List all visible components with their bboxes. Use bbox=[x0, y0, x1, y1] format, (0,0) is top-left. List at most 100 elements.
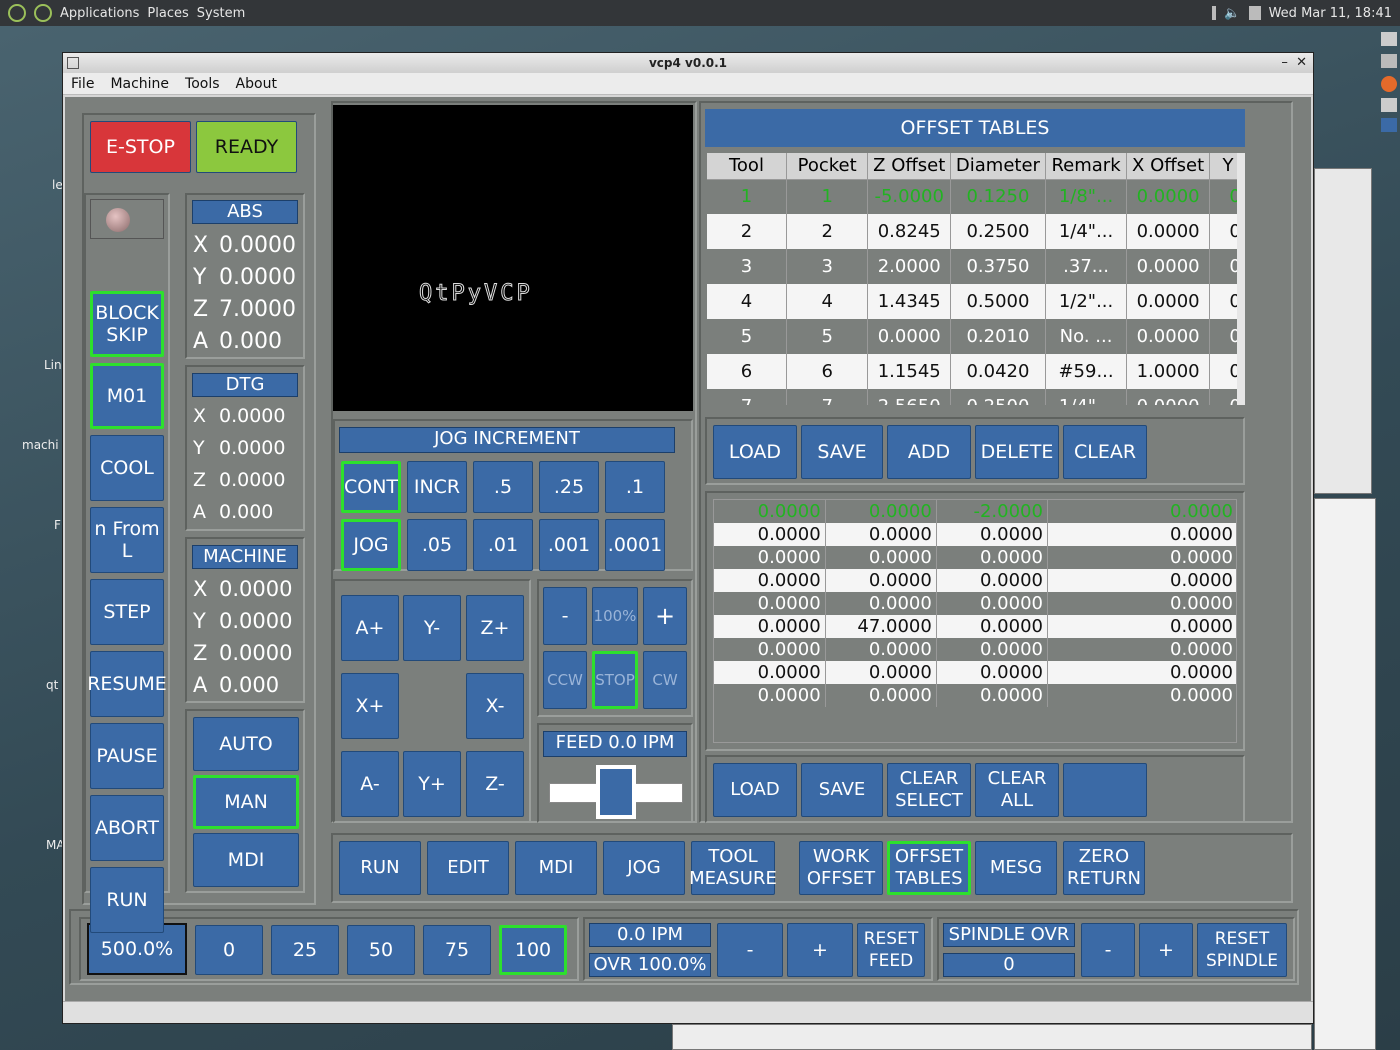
tool-table-row[interactable]: 772.56500.25001/4"...0.00000. bbox=[707, 389, 1245, 405]
tool-table-header-3[interactable]: Diameter bbox=[950, 153, 1046, 180]
work-offset-cell[interactable]: 0.0000 bbox=[825, 684, 937, 707]
menu-machine[interactable]: Machine bbox=[102, 76, 177, 92]
jog-x-plus-button[interactable]: X+ bbox=[341, 673, 399, 739]
jog-a-minus-button[interactable]: A- bbox=[341, 751, 399, 817]
tool-table-cell[interactable]: 5 bbox=[707, 319, 787, 354]
clock[interactable]: Wed Mar 11, 18:41 bbox=[1269, 6, 1392, 21]
tool-table-cell[interactable]: 1.4345 bbox=[867, 284, 952, 319]
tool-table-cell[interactable]: .37... bbox=[1045, 249, 1128, 284]
dock-icon[interactable] bbox=[1381, 98, 1397, 112]
tool-table-cell[interactable]: 0.0000 bbox=[1126, 319, 1210, 354]
work-offset-cell[interactable]: 0.0000 bbox=[936, 661, 1048, 684]
mode-mdi-button[interactable]: MDI bbox=[193, 833, 299, 887]
work-offset-cell[interactable]: 0.0000 bbox=[936, 569, 1048, 592]
work-offset-cell[interactable]: 0.0000 bbox=[936, 684, 1048, 707]
work-offset-cell[interactable]: 0.0000 bbox=[825, 523, 937, 546]
tool-table-cell[interactable]: 0.3750 bbox=[950, 249, 1046, 284]
work-offset-cell[interactable]: 0.0000 bbox=[1047, 569, 1236, 592]
work-offset-row[interactable]: 0.0000 0.0000 0.0000 0.0000 bbox=[714, 569, 1236, 592]
work-offset-row[interactable]: 0.0000 0.0000 0.0000 0.0000 bbox=[714, 661, 1236, 684]
distro-logo-icon[interactable] bbox=[8, 4, 26, 22]
tab-7[interactable]: MESG bbox=[975, 841, 1057, 895]
jog-increment-row2-4[interactable]: .0001 bbox=[605, 519, 665, 571]
tool-table-cell[interactable]: 1.1545 bbox=[867, 354, 952, 389]
estop-button[interactable]: E-STOP bbox=[90, 121, 191, 173]
work-offset-row[interactable]: 0.0000 0.0000 0.0000 0.0000 bbox=[714, 523, 1236, 546]
work-offset-cell[interactable]: 47.0000 bbox=[825, 615, 937, 638]
jog-increment-row1-1[interactable]: INCR bbox=[407, 461, 467, 513]
work-offset-cell[interactable]: 0.0000 bbox=[1047, 661, 1236, 684]
tab-5[interactable]: WORK OFFSET bbox=[799, 841, 883, 895]
tab-1[interactable]: EDIT bbox=[427, 841, 509, 895]
work-offset-row[interactable]: 0.0000 0.0000 0.0000 0.0000 bbox=[714, 684, 1236, 707]
work-offset-cell[interactable]: 0.0000 bbox=[825, 592, 937, 615]
applications-menu[interactable]: Applications bbox=[60, 6, 139, 21]
system-menu[interactable]: System bbox=[197, 6, 245, 21]
tool-table-cell[interactable]: 1 bbox=[786, 179, 869, 214]
menu-tools[interactable]: Tools bbox=[177, 76, 228, 92]
work-offset-button-4[interactable] bbox=[1063, 763, 1147, 817]
work-offset-cell[interactable]: 0.0000 bbox=[714, 638, 826, 661]
tool-table-cell[interactable]: 0.0000 bbox=[1126, 179, 1210, 214]
tab-0[interactable]: RUN bbox=[339, 841, 421, 895]
feed-override-minus-button[interactable]: - bbox=[717, 923, 783, 977]
rapid-override-50-button[interactable]: 50 bbox=[347, 925, 415, 975]
dock-icon[interactable] bbox=[1381, 118, 1397, 132]
work-offset-cell[interactable]: 0.0000 bbox=[825, 638, 937, 661]
tool-table-cell[interactable]: No. ... bbox=[1045, 319, 1128, 354]
tool-table-cell[interactable]: 3 bbox=[786, 249, 869, 284]
left-button-6[interactable]: PAUSE bbox=[90, 723, 164, 789]
jog-y-minus-button[interactable]: Y- bbox=[403, 595, 461, 661]
work-offset-row[interactable]: 0.0000 0.0000 -2.0000 0.0000 bbox=[714, 500, 1236, 523]
jog-y-plus-button[interactable]: Y+ bbox=[403, 751, 461, 817]
tool-table-cell[interactable]: -5.0000 bbox=[867, 179, 952, 214]
tool-table-header-5[interactable]: X Offset bbox=[1126, 153, 1210, 180]
work-offset-cell[interactable]: 0.0000 bbox=[825, 500, 937, 523]
desktop-icon-label[interactable]: qt bbox=[46, 678, 58, 692]
desktop-icon-label[interactable]: Lin bbox=[44, 358, 62, 372]
work-offset-cell[interactable]: 0.0000 bbox=[1047, 523, 1236, 546]
jog-increment-row1-3[interactable]: .25 bbox=[539, 461, 599, 513]
tool-table-cell[interactable]: 0.0000 bbox=[1126, 214, 1210, 249]
tool-table-cell[interactable]: 0.5000 bbox=[950, 284, 1046, 319]
rapid-override-100-button[interactable]: 100 bbox=[499, 925, 567, 975]
distro-logo-icon-2[interactable] bbox=[34, 4, 52, 22]
spindle-minus-button[interactable]: - bbox=[543, 587, 587, 645]
tool-table-header-4[interactable]: Remark bbox=[1045, 153, 1128, 180]
work-offset-cell[interactable]: 0.0000 bbox=[825, 546, 937, 569]
tool-table-cell[interactable]: 1/4"... bbox=[1045, 214, 1128, 249]
tool-table-cell[interactable]: 5 bbox=[786, 319, 869, 354]
work-offset-cell[interactable]: 0.0000 bbox=[1047, 500, 1236, 523]
tool-table-cell[interactable]: 0.8245 bbox=[867, 214, 952, 249]
tool-table-cell[interactable]: 6 bbox=[707, 354, 787, 389]
work-offset-cell[interactable]: 0.0000 bbox=[1047, 638, 1236, 661]
tool-table-cell[interactable]: 0.0000 bbox=[1126, 389, 1210, 405]
tool-table-cell[interactable]: 1.0000 bbox=[1126, 354, 1210, 389]
feed-override-plus-button[interactable]: + bbox=[787, 923, 853, 977]
firefox-icon[interactable] bbox=[1381, 76, 1397, 92]
reset-spindle-button[interactable]: RESET SPINDLE bbox=[1197, 923, 1287, 977]
rapid-override-75-button[interactable]: 75 bbox=[423, 925, 491, 975]
tool-table-cell[interactable]: 7 bbox=[707, 389, 787, 405]
tool-table-cell[interactable]: 0.0000 bbox=[1126, 284, 1210, 319]
dock-icon[interactable] bbox=[1381, 54, 1397, 68]
tool-table-cell[interactable]: 0.0000 bbox=[867, 319, 952, 354]
tool-table-cell[interactable]: 1/2"... bbox=[1045, 284, 1128, 319]
work-offset-cell[interactable]: 0.0000 bbox=[936, 638, 1048, 661]
work-offset-cell[interactable]: 0.0000 bbox=[1047, 684, 1236, 707]
spindle-override-minus-button[interactable]: - bbox=[1081, 923, 1135, 977]
tool-table-cell[interactable]: 0.1250 bbox=[950, 179, 1046, 214]
work-offset-cell[interactable]: 0.0000 bbox=[1047, 592, 1236, 615]
tool-table-header-2[interactable]: Z Offset bbox=[867, 153, 952, 180]
work-offset-button-2[interactable]: CLEAR SELECT bbox=[887, 763, 971, 817]
tool-table-header-0[interactable]: Tool bbox=[707, 153, 787, 180]
tab-4[interactable]: TOOL MEASURE bbox=[689, 841, 777, 895]
tool-table-cell[interactable]: 0.0420 bbox=[950, 354, 1046, 389]
jog-increment-row1-4[interactable]: .1 bbox=[605, 461, 665, 513]
tool-table-add-button[interactable]: ADD bbox=[887, 425, 971, 479]
tool-table-cell[interactable]: 2.5650 bbox=[867, 389, 952, 405]
tool-table-delete-button[interactable]: DELETE bbox=[975, 425, 1059, 479]
mode-man-button[interactable]: MAN bbox=[193, 775, 299, 829]
tool-table-cell[interactable]: 4 bbox=[707, 284, 787, 319]
work-offset-row[interactable]: 0.0000 0.0000 0.0000 0.0000 bbox=[714, 638, 1236, 661]
